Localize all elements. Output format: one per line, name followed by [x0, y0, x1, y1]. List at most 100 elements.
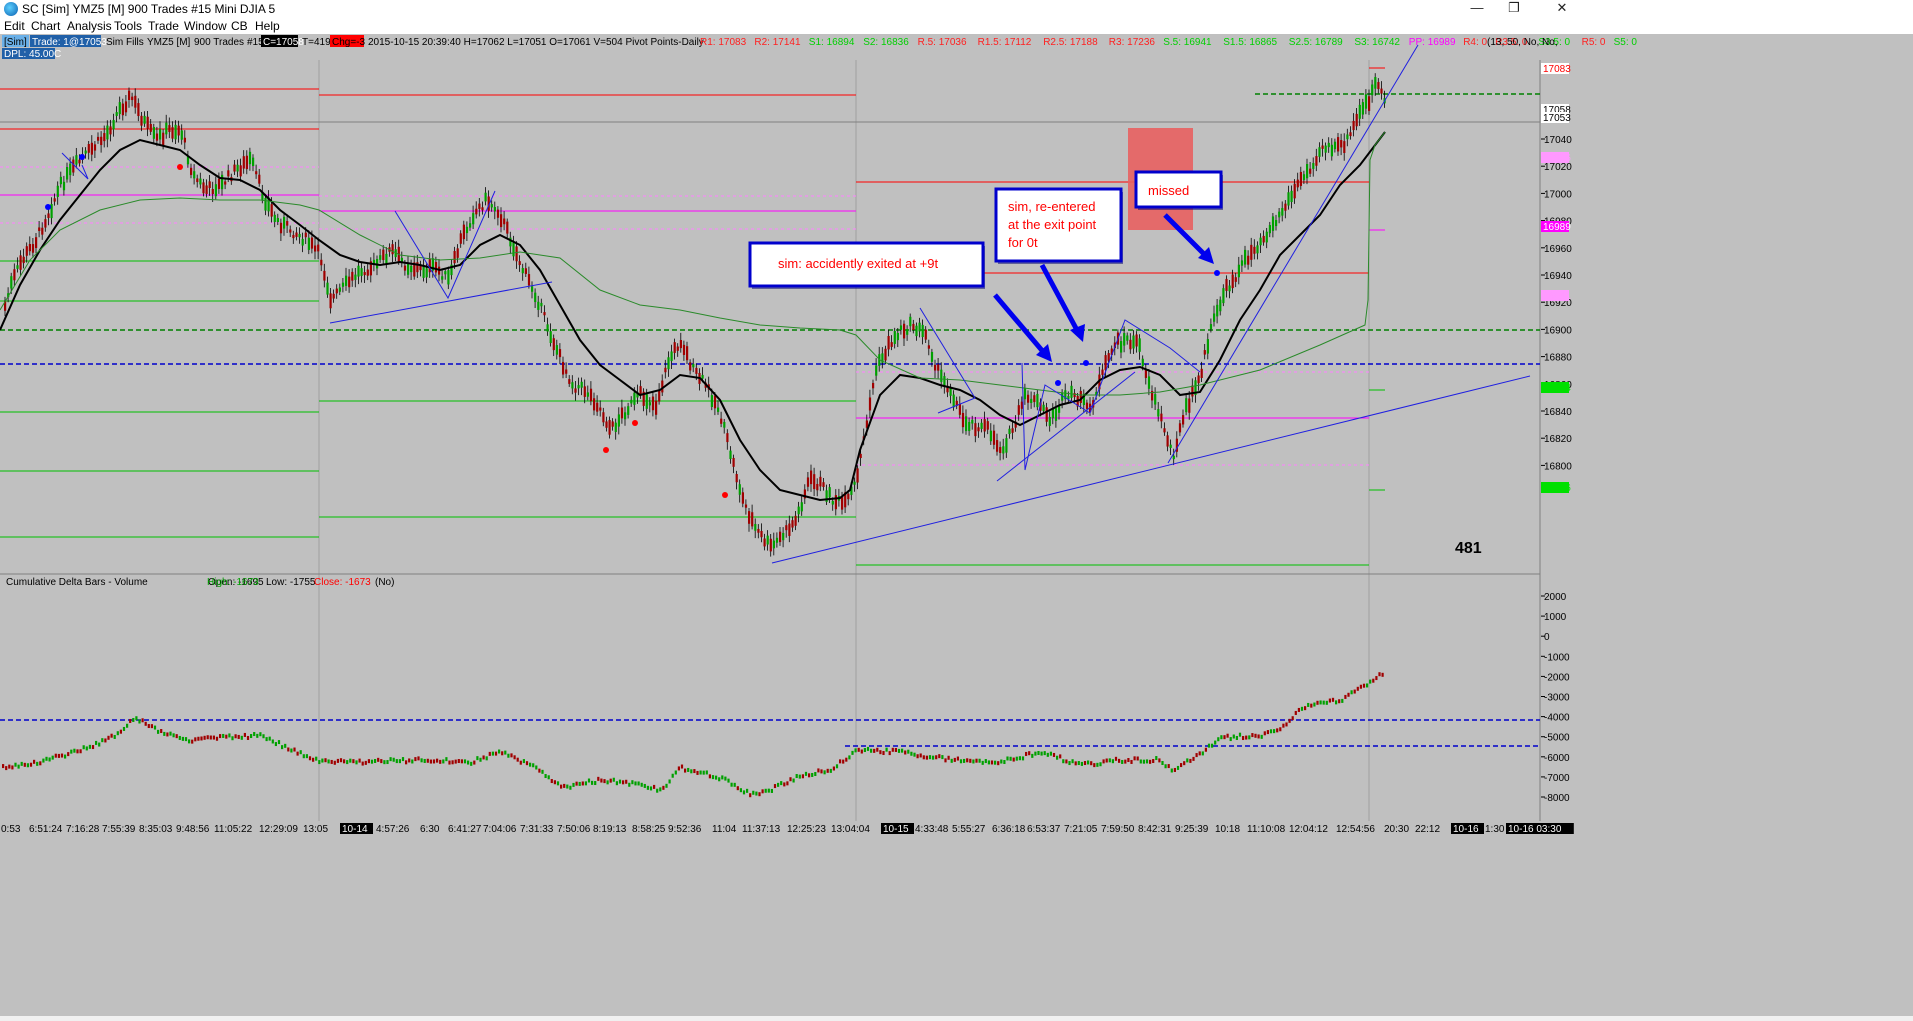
- candle-body: [459, 233, 462, 244]
- candle-body: [1213, 313, 1216, 322]
- delta-close: Close: -1673: [314, 577, 371, 588]
- time-label: 7:16:28: [66, 824, 100, 835]
- candle-body: [906, 329, 909, 335]
- delta-bar: [1217, 737, 1220, 742]
- delta-bar: [107, 735, 110, 740]
- candle-body: [1349, 132, 1352, 137]
- delta-bar: [947, 755, 950, 760]
- delta-bar: [358, 758, 361, 763]
- delta-bar: [1279, 727, 1282, 732]
- menu-trade[interactable]: Trade: [148, 19, 179, 33]
- candle-body: [143, 115, 146, 124]
- delta-bar: [1037, 751, 1040, 756]
- delta-bar: [615, 781, 618, 786]
- price-axis[interactable]: [1541, 60, 1913, 574]
- callout-missed[interactable]: missed: [1134, 170, 1223, 210]
- price-tick-label: 16940: [1544, 271, 1572, 282]
- delta-bar: [253, 732, 256, 737]
- chart-area[interactable]: [Sim] Trade: 1@17053 Sim Fills YMZ5 [M] …: [0, 34, 1913, 1016]
- delta-bar: [1204, 747, 1207, 752]
- candle-body: [478, 203, 481, 209]
- candle-body: [332, 293, 335, 299]
- delta-bar: [761, 789, 764, 794]
- candle-body: [307, 237, 310, 250]
- close-button[interactable]: ✕: [1540, 0, 1584, 18]
- menu-edit[interactable]: Edit: [4, 19, 25, 33]
- candle-body: [565, 369, 568, 374]
- price-chart-canvas[interactable]: [Sim] Trade: 1@17053 Sim Fills YMZ5 [M] …: [0, 34, 1913, 1016]
- menu-analysis[interactable]: Analysis: [67, 19, 112, 33]
- delta-bar: [773, 784, 777, 789]
- candle-body: [496, 209, 500, 218]
- menu-help[interactable]: Help: [255, 19, 280, 33]
- delta-bar: [315, 756, 318, 761]
- delta-bar: [172, 733, 175, 738]
- delta-bar: [240, 735, 243, 740]
- menu-window[interactable]: Window: [184, 19, 227, 33]
- delta-bar: [538, 768, 541, 773]
- candle-body: [989, 430, 992, 442]
- candle-body: [1058, 405, 1061, 413]
- candle-body: [574, 388, 577, 393]
- swing-lines[interactable]: [919, 307, 976, 414]
- delta-tick-label: 0: [1544, 632, 1550, 643]
- delta-bar: [1173, 767, 1176, 772]
- menu-chart[interactable]: Chart: [31, 19, 60, 33]
- candle-body: [1129, 339, 1132, 350]
- delta-bar: [1294, 710, 1297, 715]
- candle-body: [1231, 274, 1234, 289]
- delta-bar: [1183, 761, 1186, 766]
- delta-tick-label: 1000: [1544, 612, 1567, 623]
- delta-bar: [1028, 751, 1031, 756]
- delta-bar: [1003, 760, 1006, 765]
- delta-bar: [411, 759, 414, 764]
- time-label: 0:53: [1, 824, 21, 835]
- candle-body: [859, 453, 862, 459]
- candle-body: [205, 185, 208, 194]
- delta-bar: [851, 750, 854, 755]
- pivot-legend-item: R5: 0: [1582, 37, 1606, 48]
- candle-body: [918, 322, 921, 332]
- callout-reentry[interactable]: sim, re-entered at the exit point for 0t: [994, 187, 1123, 264]
- menu-cb[interactable]: CB: [231, 19, 248, 33]
- candle-body: [44, 219, 47, 228]
- delta-bar: [876, 747, 879, 752]
- candle-body: [109, 126, 112, 135]
- restore-button[interactable]: ❐: [1492, 0, 1536, 18]
- delta-bar: [436, 758, 439, 763]
- delta-bar: [1214, 740, 1217, 745]
- delta-bar: [575, 781, 578, 786]
- delta-bar: [987, 760, 990, 765]
- trend-line[interactable]: [771, 375, 1531, 564]
- pivot-legend-item: S1.5: 16865: [1223, 37, 1277, 48]
- callout-exit[interactable]: sim: accidently exited at +9t: [748, 241, 985, 289]
- candle-body: [754, 523, 757, 531]
- candle-body: [940, 369, 943, 382]
- candle-body: [283, 216, 286, 229]
- candle-body: [692, 363, 695, 368]
- trend-line[interactable]: [329, 281, 553, 324]
- delta-bar: [978, 758, 981, 763]
- delta-bar: [656, 788, 659, 793]
- delta-bar: [454, 759, 457, 764]
- candle-body: [506, 221, 509, 234]
- delta-flag: (No): [375, 577, 394, 588]
- delta-bar: [1207, 743, 1211, 748]
- candle-body: [1123, 333, 1126, 346]
- delta-bar: [290, 748, 293, 753]
- candle-body: [10, 276, 13, 289]
- candle-body: [1042, 404, 1045, 411]
- time-label: 10-16: [1453, 824, 1479, 835]
- candle-body: [1017, 405, 1020, 415]
- pivot-legend-item: R4: 0: [1463, 37, 1487, 48]
- trend-lines[interactable]: [61, 44, 1531, 564]
- delta-bar: [944, 758, 947, 763]
- candle-body: [242, 156, 245, 169]
- delta-bar: [355, 760, 358, 765]
- delta-bar: [1300, 706, 1304, 711]
- candle-body: [971, 419, 974, 424]
- menu-tools[interactable]: Tools: [114, 19, 142, 33]
- candle-body: [131, 96, 134, 101]
- candle-body: [245, 155, 248, 170]
- delta-bar: [116, 731, 119, 736]
